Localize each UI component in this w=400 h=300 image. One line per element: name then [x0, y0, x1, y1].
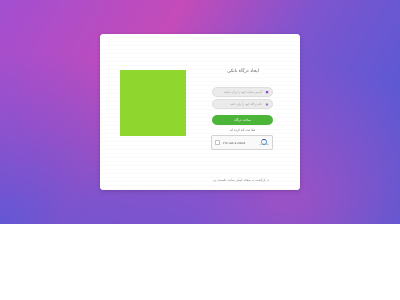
recaptcha-logo: reCAPTCHA: [259, 138, 269, 147]
back-to-home-link[interactable]: → بازگشت به صفحه اصلی سایت نکسنت پی: [210, 178, 272, 182]
create-gateway-button[interactable]: ساخت درگاه: [212, 115, 273, 125]
gateway-name-placeholder: نام درگاه خود را وارد کنید: [230, 102, 262, 106]
user-icon: ▲: [265, 102, 269, 106]
recaptcha-brand: reCAPTCHA: [259, 145, 269, 147]
form-title: ایجاد درگاه بانکی: [227, 69, 259, 74]
gateway-name-input[interactable]: ▲ نام درگاه خود را وارد کنید: [212, 99, 273, 109]
recaptcha-widget: I'm not a robot reCAPTCHA: [211, 135, 273, 150]
already-registered-link[interactable]: قبلا ثبت نام کرده اید: [212, 128, 273, 132]
recaptcha-icon: [261, 138, 267, 145]
globe-icon: ●: [265, 90, 269, 94]
website-address-placeholder: آدرس سایت خود را وارد نمایید: [223, 90, 262, 94]
website-address-input[interactable]: ● آدرس سایت خود را وارد نمایید: [212, 87, 273, 97]
login-card: ایجاد درگاه بانکی ● آدرس سایت خود را وار…: [100, 34, 300, 190]
illustration-placeholder: [120, 70, 186, 136]
recaptcha-label: I'm not a robot: [223, 140, 246, 145]
recaptcha-checkbox[interactable]: [215, 140, 220, 145]
